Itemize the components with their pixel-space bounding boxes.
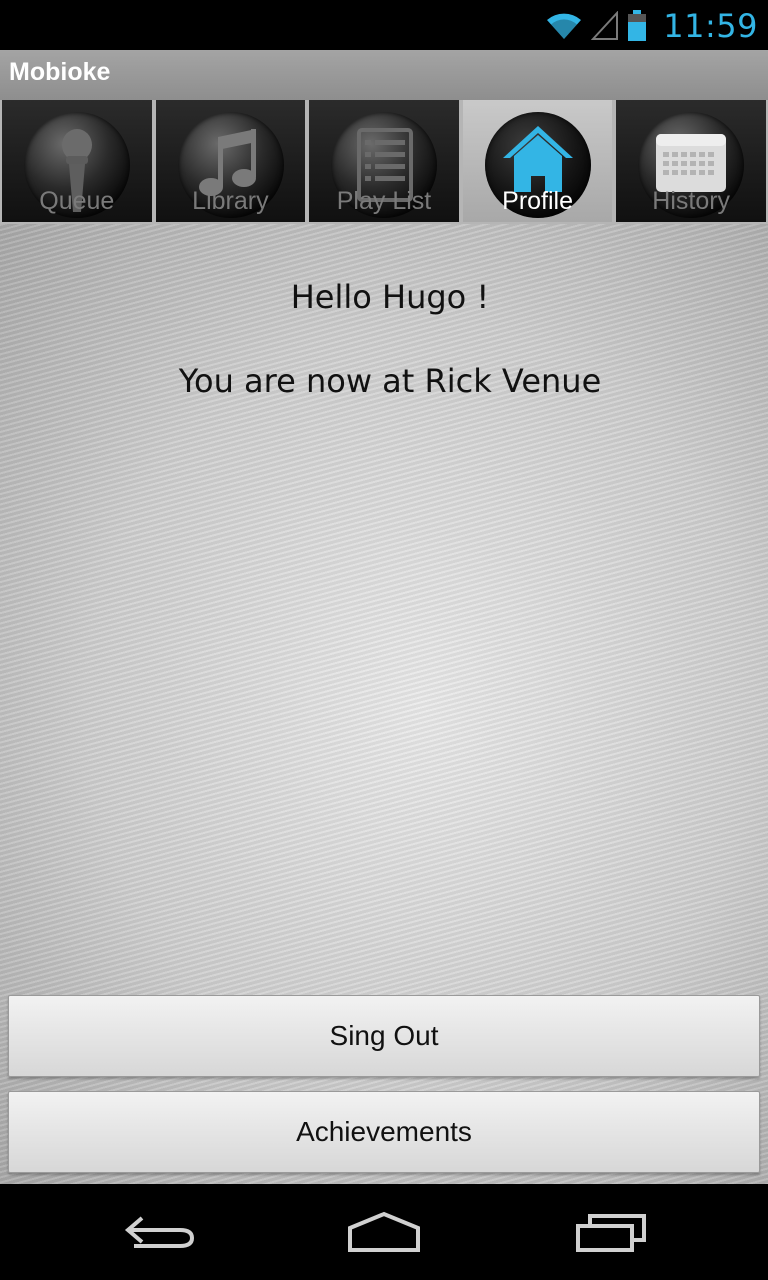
tab-history[interactable]: History (614, 100, 768, 224)
tab-profile[interactable]: Profile (460, 100, 615, 224)
greeting-text: Hello Hugo ! (290, 278, 490, 316)
achievements-button[interactable]: Achievements (8, 1091, 760, 1173)
tab-label: Play List (336, 187, 432, 215)
tab-label: Profile (502, 187, 574, 215)
tab-play-list[interactable]: Play List (307, 100, 461, 224)
wifi-icon (547, 13, 582, 39)
back-icon[interactable] (120, 1208, 200, 1254)
home-nav-icon[interactable] (344, 1208, 424, 1254)
clock: 11:59 (663, 7, 758, 45)
action-bar: Mobioke (0, 50, 768, 100)
navigation-bar (0, 1184, 768, 1280)
tab-label: Queue (39, 187, 115, 215)
tab-label: Library (192, 187, 269, 215)
status-icons: 11:59 (545, 6, 758, 46)
sing-out-button[interactable]: Sing Out (8, 995, 760, 1077)
profile-content: Hello Hugo ! You are now at Rick Venue S… (0, 224, 768, 1184)
signal-icon (591, 11, 619, 40)
venue-text: You are now at Rick Venue (178, 362, 602, 400)
tab-label: History (652, 187, 731, 215)
tab-library[interactable]: Library (153, 100, 308, 224)
tab-bar: Queue Library Play List Profile History (0, 100, 768, 224)
app-title: Mobioke (9, 58, 111, 86)
tab-queue[interactable]: Queue (0, 100, 154, 224)
recent-apps-icon[interactable] (570, 1208, 650, 1254)
battery-icon (628, 10, 647, 41)
screen: 11:59 Mobioke Queue Library Play List Pr… (0, 0, 768, 1280)
status-bar: 11:59 (0, 0, 768, 50)
